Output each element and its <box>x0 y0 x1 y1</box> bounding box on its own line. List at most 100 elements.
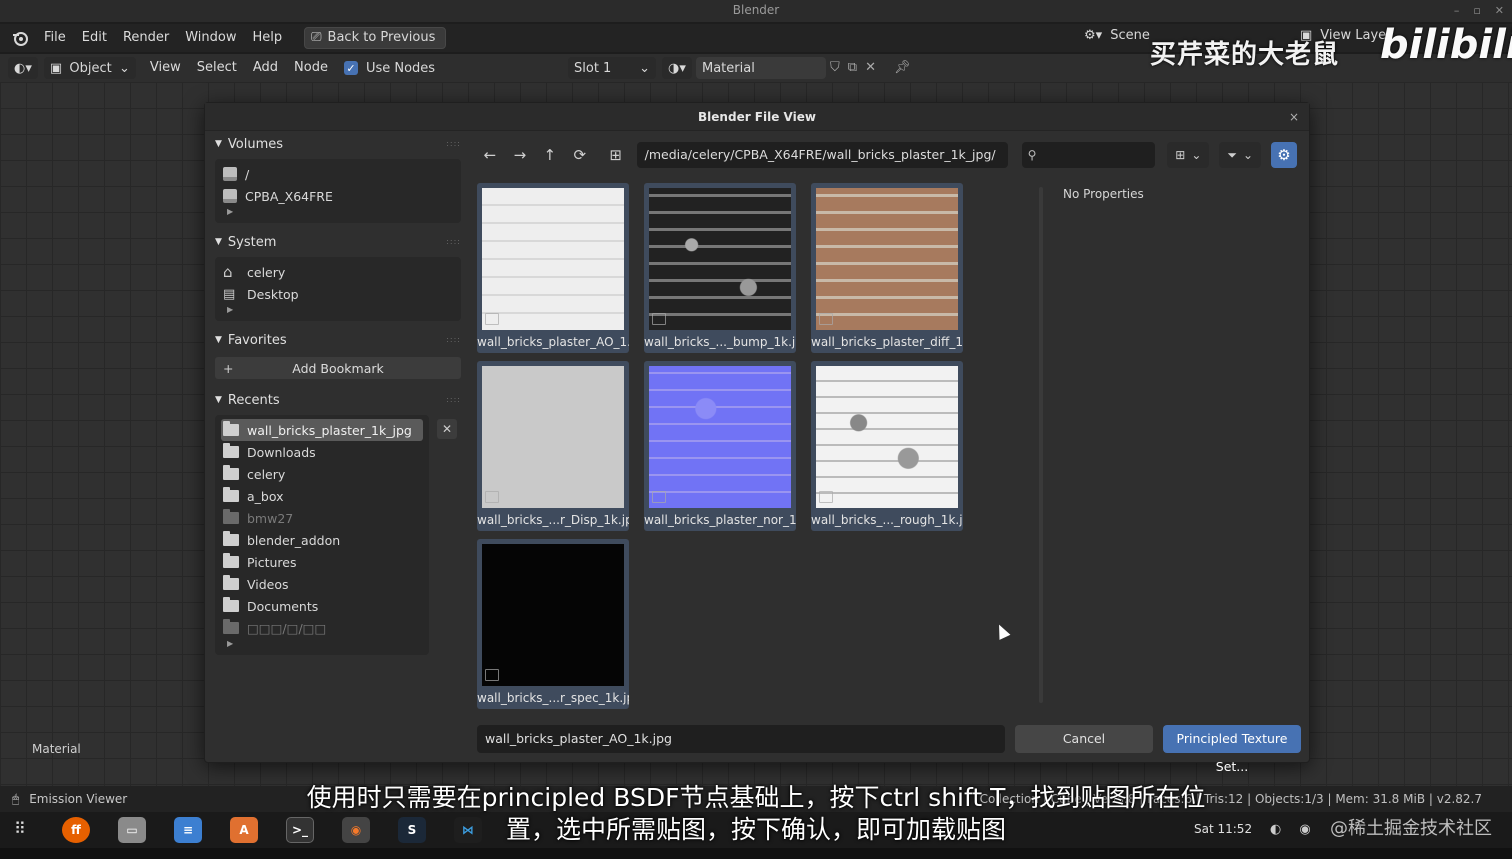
material-name-field[interactable]: Material <box>696 57 826 79</box>
window-titlebar: Blender – ▫ ✕ <box>0 0 1512 22</box>
add-bookmark-button[interactable]: + Add Bookmark <box>215 357 461 379</box>
expand-arrow-icon[interactable]: ▶ <box>221 639 423 651</box>
menu-window[interactable]: Window <box>177 24 244 52</box>
fake-user-shield-icon[interactable]: ⛉ <box>830 60 840 75</box>
file-thumbnail <box>816 366 958 508</box>
drag-handle-icon[interactable]: :::: <box>446 139 461 148</box>
recent-item[interactable]: □□□/□/□□ <box>221 617 423 639</box>
file-tile[interactable]: wall_bricks_plaster_diff_1... <box>811 183 963 353</box>
display-mode-button[interactable]: ⊞ ⌄ <box>1167 142 1210 168</box>
slot-selector[interactable]: Slot 1 ⌄ <box>568 57 656 79</box>
menu-select[interactable]: Select <box>189 54 245 82</box>
recent-item[interactable]: a_box <box>221 485 423 507</box>
clear-recents-button[interactable]: ✕ <box>437 419 457 439</box>
window-controls: – ▫ ✕ <box>1454 0 1504 21</box>
recent-item[interactable]: Documents <box>221 595 423 617</box>
menu-help[interactable]: Help <box>245 24 291 52</box>
file-thumbnail <box>482 188 624 330</box>
close-window-icon[interactable]: ✕ <box>1495 0 1504 21</box>
expand-arrow-icon[interactable]: ▶ <box>221 305 455 317</box>
object-mode-selector[interactable]: ▣ Object ⌄ <box>43 57 136 79</box>
recents-panel-header[interactable]: ▼ Recents :::: <box>211 389 465 411</box>
subtitle-line-2: 置，选中所需贴图，按下确认，即可加载贴图 <box>505 815 1006 844</box>
recent-item[interactable]: Downloads <box>221 441 423 463</box>
close-icon: ✕ <box>441 422 453 436</box>
new-folder-icon[interactable]: ⊞ <box>603 143 629 167</box>
drag-handle-icon[interactable]: :::: <box>446 335 461 344</box>
minimize-icon[interactable]: – <box>1454 0 1460 21</box>
file-thumbnail <box>482 544 624 686</box>
favorites-panel-header[interactable]: ▼ Favorites :::: <box>211 329 465 351</box>
use-nodes-toggle[interactable]: ✓ Use Nodes <box>343 61 435 76</box>
pin-icon[interactable]: 📌︎ <box>894 60 911 75</box>
blender-logo-icon[interactable] <box>8 26 32 50</box>
maximize-icon[interactable]: ▫ <box>1473 0 1480 21</box>
duplicate-icon[interactable]: ⧉ <box>848 60 857 75</box>
recent-item[interactable]: bmw27 <box>221 507 423 529</box>
recent-item[interactable]: Videos <box>221 573 423 595</box>
window-title: Blender <box>732 3 780 17</box>
folder-icon <box>223 575 239 590</box>
menu-add[interactable]: Add <box>245 54 286 82</box>
scene-selector[interactable]: ⚙▾ Scene <box>1084 28 1150 43</box>
recent-item[interactable]: wall_bricks_plaster_1k_jpg <box>221 419 423 441</box>
search-icon: ⚲ <box>1027 148 1037 162</box>
directory-path-input[interactable]: /media/celery/CPBA_X64FRE/wall_bricks_pl… <box>636 142 1008 168</box>
desktop-icon: ▤ <box>223 286 236 302</box>
file-browser-dialog: Blender File View × ▼ Volumes :::: / CPB… <box>204 102 1310 774</box>
drag-handle-icon[interactable]: :::: <box>446 395 461 404</box>
system-item-desktop[interactable]: ▤ Desktop <box>221 283 455 305</box>
back-arrow-icon[interactable]: ← <box>477 143 503 167</box>
back-screen-icon: ⎚ <box>311 30 322 45</box>
cancel-button[interactable]: Cancel <box>1015 725 1153 753</box>
image-file-icon <box>819 313 833 325</box>
file-name-label: wall_bricks_..._bump_1k.jpg <box>644 335 796 349</box>
menu-edit[interactable]: Edit <box>74 24 115 52</box>
drive-icon <box>223 167 237 181</box>
file-thumbnail <box>649 366 791 508</box>
node-editor-icon: ◐▾ <box>14 60 32 76</box>
parent-directory-icon[interactable]: ↑ <box>537 143 563 167</box>
volume-item[interactable]: / <box>221 163 455 185</box>
menu-node[interactable]: Node <box>286 54 336 82</box>
material-browse-button[interactable]: ◑▾ <box>662 57 692 79</box>
filter-button[interactable]: ⏷ ⌄ <box>1219 142 1262 168</box>
principled-texture-set-button[interactable]: Principled Texture Set... <box>1163 725 1301 774</box>
forward-arrow-icon[interactable]: → <box>507 143 533 167</box>
file-tile[interactable]: wall_bricks_..._bump_1k.jpg <box>644 183 796 353</box>
file-tile[interactable]: wall_bricks_..._rough_1k.jpg <box>811 361 963 531</box>
recent-item[interactable]: Pictures <box>221 551 423 573</box>
menu-render[interactable]: Render <box>115 24 177 52</box>
file-tile[interactable]: wall_bricks_plaster_nor_1... <box>644 361 796 531</box>
editor-type-selector[interactable]: ◐▾ <box>8 57 38 79</box>
dialog-close-icon[interactable]: × <box>1289 103 1299 131</box>
volumes-panel-header[interactable]: ▼ Volumes :::: <box>211 133 465 155</box>
plus-icon: + <box>223 360 234 376</box>
drive-icon <box>223 189 237 203</box>
file-grid-scrollbar[interactable] <box>1039 187 1043 703</box>
material-sphere-icon: ◑▾ <box>668 60 686 76</box>
search-input[interactable]: ⚲ <box>1021 142 1156 168</box>
settings-gear-icon[interactable]: ⚙ <box>1271 142 1297 168</box>
system-item-home[interactable]: ⌂ celery <box>221 261 455 283</box>
volume-item[interactable]: CPBA_X64FRE <box>221 185 455 207</box>
refresh-icon[interactable]: ⟳ <box>567 143 593 167</box>
file-tile[interactable]: wall_bricks_plaster_AO_1... <box>477 183 629 353</box>
favorites-body: + Add Bookmark <box>215 355 461 381</box>
file-tile[interactable]: wall_bricks_...r_Disp_1k.jpg <box>477 361 629 531</box>
file-thumbnail <box>816 188 958 330</box>
file-tile[interactable]: wall_bricks_...r_spec_1k.jpg <box>477 539 629 709</box>
menu-file[interactable]: File <box>36 24 74 52</box>
drag-handle-icon[interactable]: :::: <box>446 237 461 246</box>
filename-input[interactable]: wall_bricks_plaster_AO_1k.jpg <box>477 725 1005 753</box>
recent-item[interactable]: blender_addon <box>221 529 423 551</box>
file-name-label: wall_bricks_...r_Disp_1k.jpg <box>477 513 629 527</box>
dialog-titlebar[interactable]: Blender File View × <box>205 103 1309 131</box>
recent-item[interactable]: celery <box>221 463 423 485</box>
dialog-title: Blender File View <box>698 110 816 124</box>
back-to-previous-button[interactable]: ⎚ Back to Previous <box>304 27 447 49</box>
unlink-x-icon[interactable]: ✕ <box>865 60 876 75</box>
menu-view[interactable]: View <box>142 54 189 82</box>
system-panel-header[interactable]: ▼ System :::: <box>211 231 465 253</box>
expand-arrow-icon[interactable]: ▶ <box>221 207 455 219</box>
